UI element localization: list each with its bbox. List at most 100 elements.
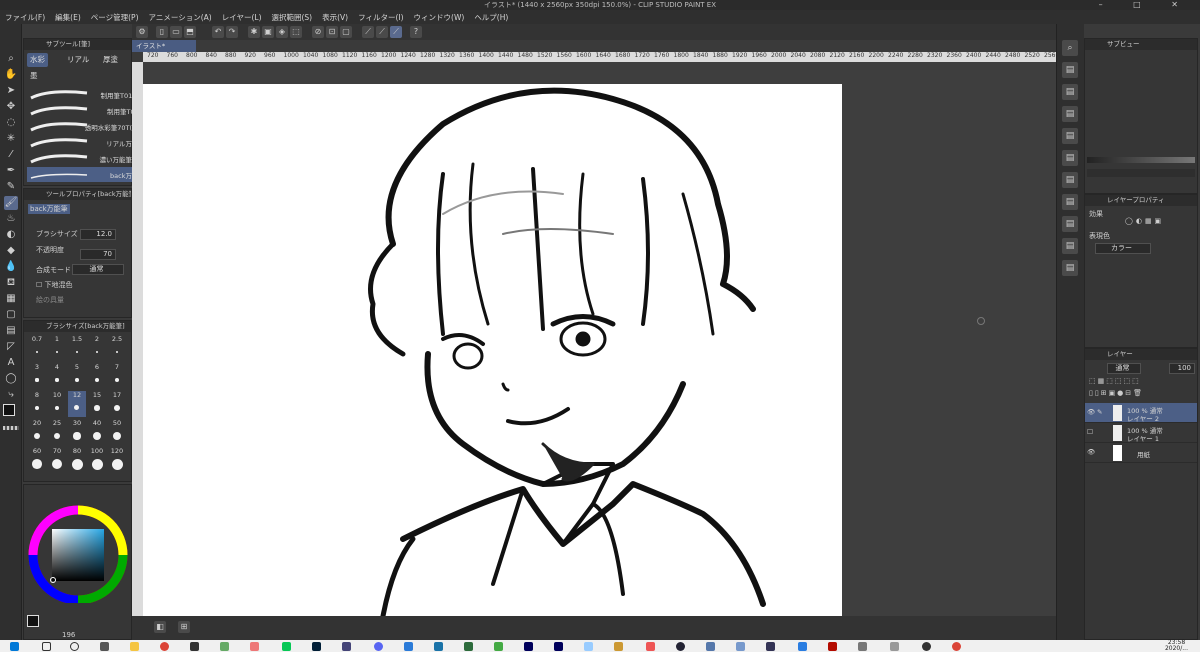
underlay-checkbox-label[interactable]: ☐ 下地混色 [36,280,73,290]
brush-size-cell[interactable]: 20 [28,419,46,445]
text-tool-icon[interactable]: A [4,356,18,370]
brush-item[interactable]: 制用筆T01 2濃 [27,87,147,102]
brush-size-cell[interactable]: 120 [108,447,126,473]
snap-ruler-icon[interactable]: ⟋ [376,26,388,38]
task-view-icon[interactable] [100,642,109,651]
chrome-icon[interactable] [952,642,961,651]
tab-ink[interactable]: 墨 [27,69,41,83]
chrome-icon[interactable] [160,642,169,651]
menu-filter[interactable]: フィルター(I) [353,10,408,25]
material-icon[interactable]: ▤ [1062,172,1078,188]
brush-size-cell[interactable]: 6 [88,363,106,389]
material-icon[interactable]: ▤ [1062,260,1078,276]
blend-tool-icon[interactable]: 💧 [4,260,18,274]
premiere-icon[interactable] [524,642,533,651]
material-icon[interactable]: ▤ [1062,194,1078,210]
tab-watercolor[interactable]: 水彩 [27,53,48,67]
brush-size-cell[interactable]: 100 [88,447,106,473]
menu-help[interactable]: ヘルプ(H) [469,10,513,25]
explorer-icon[interactable] [130,642,139,651]
brush-size-cell[interactable]: 15 [88,391,106,417]
app-icon[interactable] [250,642,259,651]
app-icon[interactable] [676,642,685,651]
clear-outside-icon[interactable]: ▣ [262,26,274,38]
material-icon[interactable]: ▤ [1062,62,1078,78]
app-icon[interactable] [766,642,775,651]
eye-icon[interactable]: 👁 [1087,408,1095,416]
brush-size-cell[interactable]: 1.5 [68,335,86,361]
brush-size-cell[interactable]: 5 [68,363,86,389]
brush-size-cell[interactable]: 8 [28,391,46,417]
navigator-icon[interactable]: ◧ [154,621,166,633]
brush-size-cell[interactable]: 50 [108,419,126,445]
lasso-tool-icon[interactable]: ◌ [4,116,18,130]
undo-icon[interactable]: ↶ [212,26,224,38]
ruler-tool-icon[interactable]: ◸ [4,340,18,354]
correct-line-tool-icon[interactable]: ⤷ [4,388,18,402]
brush-size-cell[interactable]: 80 [68,447,86,473]
brush-item[interactable]: リアル万能筆 [27,135,147,150]
layer-actions[interactable]: ▯▯⊞▣●⊟🗑 [1089,389,1195,399]
layer-row[interactable]: 👁 用紙 [1085,443,1197,463]
material-icon[interactable]: ▤ [1062,150,1078,166]
material-icon[interactable]: ▤ [1062,238,1078,254]
balloon-tool-icon[interactable]: ◯ [4,372,18,386]
color-wheel[interactable] [26,503,133,603]
menu-animation[interactable]: アニメーション(A) [144,10,217,25]
fill-icon[interactable]: ◈ [276,26,288,38]
brush-size-cell[interactable]: 40 [88,419,106,445]
brush-size-cell[interactable]: 25 [48,419,66,445]
opacity-field[interactable]: 70 [80,249,116,260]
pencil-tool-icon[interactable]: ✎ [4,180,18,194]
layer-toolbar[interactable]: ⬚▦⬚⬚⬚⬚ [1089,377,1195,387]
brush-item[interactable]: 透明水彩筆70T(水彩 [27,119,147,134]
fill-tool-icon[interactable]: ⛾ [4,276,18,290]
app-icon[interactable] [584,642,593,651]
document-tab[interactable]: イラスト* [132,40,196,52]
app-icon[interactable] [922,642,931,651]
help-icon[interactable]: ? [410,26,422,38]
app-icon[interactable] [798,642,807,651]
redo-icon[interactable]: ↷ [226,26,238,38]
clock[interactable]: 23:58 2020/... [1165,640,1188,652]
tab-real[interactable]: リアル [64,53,92,67]
app-icon[interactable] [404,642,413,651]
app-icon[interactable] [646,642,655,651]
windows-start-icon[interactable] [10,642,19,651]
clear-icon[interactable]: ✱ [248,26,260,38]
brush-size-cell[interactable]: 2.5 [108,335,126,361]
menu-window[interactable]: ウィンドウ(W) [409,10,470,25]
new-icon[interactable]: ▯ [156,26,168,38]
app-icon[interactable] [890,642,899,651]
app-icon[interactable] [190,642,199,651]
brush-size-cell[interactable]: 12 [68,391,86,417]
canvas-paper[interactable] [143,84,842,616]
brush-size-cell[interactable]: 4 [48,363,66,389]
app-icon[interactable] [614,642,623,651]
menu-edit[interactable]: 編集(E) [50,10,86,25]
eraser-tool-icon[interactable]: ◆ [4,244,18,258]
app-icon[interactable] [342,642,351,651]
operation-tool-icon[interactable]: ➤ [4,84,18,98]
app-icon[interactable] [858,642,867,651]
hand-tool-icon[interactable]: ✋ [4,68,18,82]
open-icon[interactable]: ▭ [170,26,182,38]
transparent-swatch[interactable] [3,426,19,430]
window-controls[interactable]: – □ ✕ [1099,0,1192,9]
invert-selection-icon[interactable]: ⊡ [326,26,338,38]
layer-blend-select[interactable]: 通常 [1107,363,1141,374]
brush-size-cell[interactable]: 60 [28,447,46,473]
brush-size-cell[interactable]: 10 [48,391,66,417]
gradient-tool-icon[interactable]: ▦ [4,292,18,306]
effect-icons[interactable]: ◯◐▦▣ [1125,217,1164,225]
cortana-icon[interactable] [70,642,79,651]
discord-icon[interactable] [374,642,383,651]
brush-item-selected[interactable]: back万能筆 [27,167,147,182]
figure-tool-icon[interactable]: ▢ [4,308,18,322]
material-icon[interactable]: ▤ [1062,84,1078,100]
display-color-select[interactable]: カラー [1095,243,1151,254]
transform-icon[interactable]: ⬚ [290,26,302,38]
brush-size-cell[interactable]: 7 [108,363,126,389]
eyedropper-tool-icon[interactable]: ⁄ [4,148,18,162]
menu-view[interactable]: 表示(V) [317,10,353,25]
